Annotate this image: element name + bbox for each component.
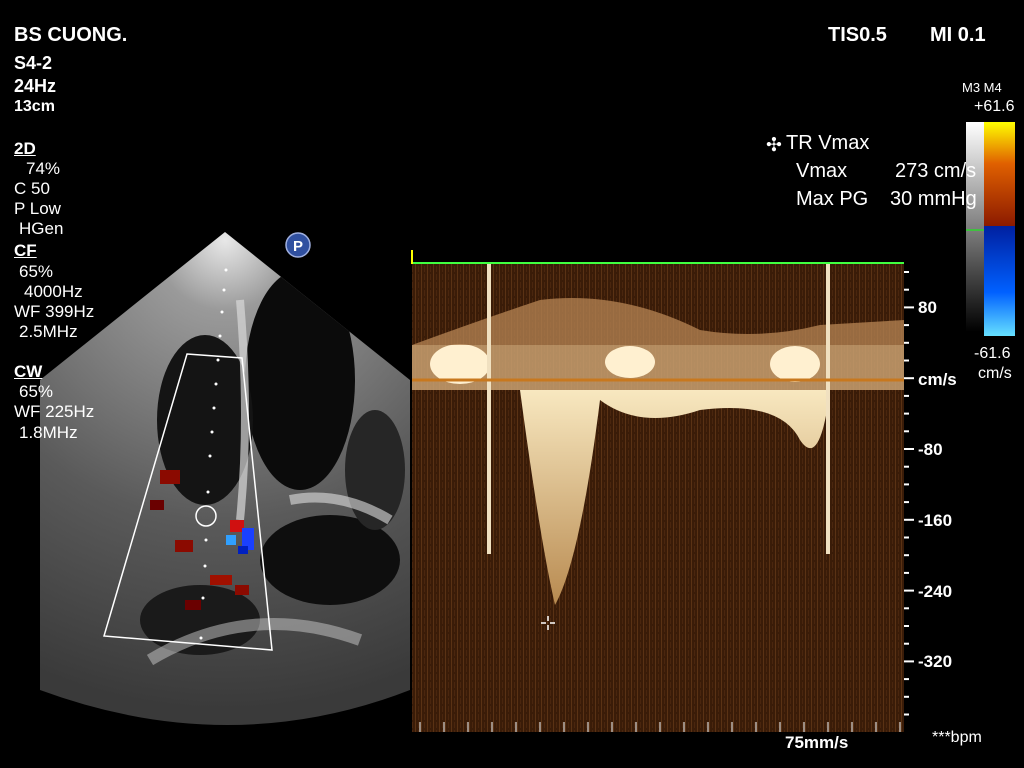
frame-rate: 24Hz <box>14 76 57 96</box>
vmax-label: Vmax <box>796 160 848 182</box>
scale-label-neg160: -160 <box>918 511 953 530</box>
scale-label-neg240: -240 <box>918 582 953 601</box>
depth: 13cm <box>14 98 55 115</box>
scale-unit: cm/s <box>918 370 957 389</box>
mode-2d-gain: 74% <box>26 159 61 178</box>
colorbar-positive <box>984 122 1015 226</box>
mode-cf-wall-filter: WF 399Hz <box>14 302 95 321</box>
max-pg-label: Max PG <box>796 188 869 210</box>
mode-2d-persistence: P Low <box>14 199 61 218</box>
mode-cf-frequency: 2.5MHz <box>19 322 78 341</box>
mode-cw-wall-filter: WF 225Hz <box>14 402 95 421</box>
mode-cf-gain: 65% <box>19 262 54 281</box>
colorbar-top-value: +61.6 <box>974 98 1015 115</box>
mode-2d-title: 2D <box>14 139 36 158</box>
operator-name: BS CUONG. <box>14 24 128 46</box>
scale-label-80: 80 <box>918 298 937 317</box>
mode-2d-compression: C 50 <box>14 179 50 198</box>
measurement-cursor-icon: ✣ <box>766 135 782 156</box>
max-pg-value: 30 mmHg <box>890 188 977 210</box>
heart-rate: ***bpm <box>932 729 982 746</box>
mode-cw-title: CW <box>14 362 43 381</box>
color-scale-bar <box>966 122 1015 336</box>
thermal-index: TIS0.5 <box>828 24 887 46</box>
mode-cf-title: CF <box>14 241 37 260</box>
colorbar-negative <box>984 226 1015 336</box>
color-map-label: M3 M4 <box>962 80 1002 95</box>
sweep-speed: 75mm/s <box>785 733 849 752</box>
colorbar-bottom-value: -61.6 <box>974 345 1011 362</box>
measurement-title: TR Vmax <box>786 132 870 154</box>
probe-model: S4-2 <box>14 53 53 73</box>
colorbar-unit: cm/s <box>978 365 1012 382</box>
mechanical-index: MI 0.1 <box>930 24 986 46</box>
vmax-value: 273 cm/s <box>895 160 977 182</box>
mode-cw-frequency: 1.8MHz <box>19 423 78 442</box>
mode-cw-gain: 65% <box>19 382 54 401</box>
grayscale-bar <box>966 122 984 332</box>
scale-label-neg320: -320 <box>918 652 953 671</box>
scale-label-neg80: -80 <box>918 440 943 459</box>
mode-cf-prf: 4000Hz <box>24 282 83 301</box>
mode-2d-frequency: HGen <box>19 219 64 238</box>
